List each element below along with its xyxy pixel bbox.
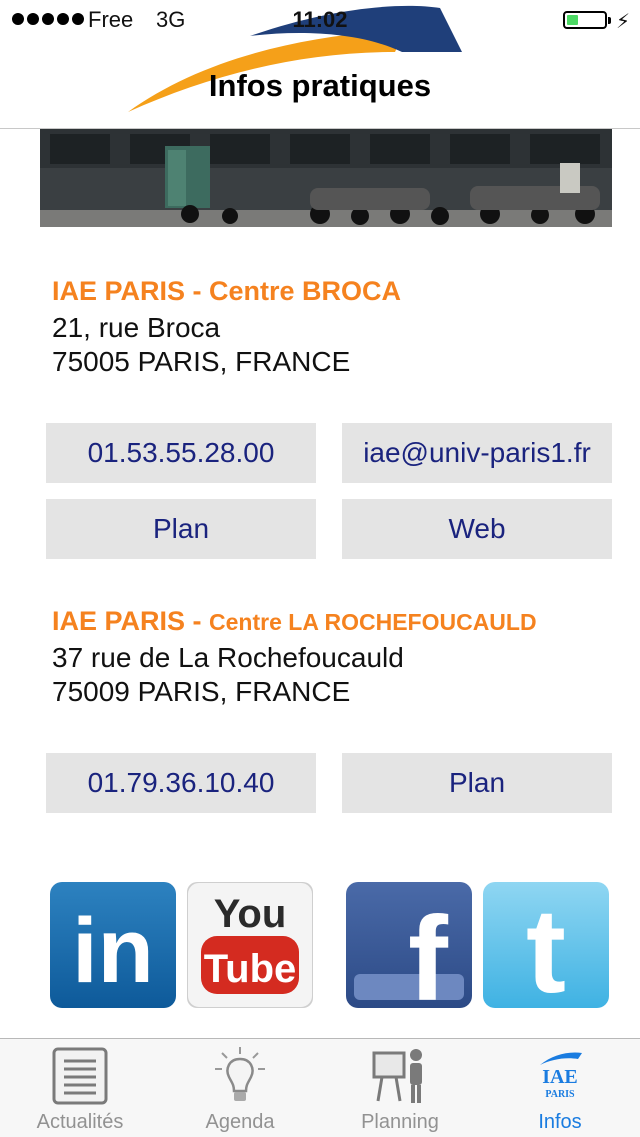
- campus-rochefoucauld-title: IAE PARIS - Centre LA ROCHEFOUCAULD: [52, 606, 537, 636]
- campus-broca-title: IAE PARIS - Centre BROCA: [52, 276, 402, 306]
- facebook-icon[interactable]: f: [346, 882, 472, 1008]
- linkedin-icon[interactable]: in: [50, 882, 176, 1008]
- status-bar: Free 3G 11:02 ⚡: [0, 0, 640, 40]
- svg-text:f: f: [408, 892, 449, 1008]
- svg-text:IAE: IAE: [542, 1066, 578, 1088]
- tab-planning[interactable]: Planning: [320, 1039, 480, 1137]
- campus-broca-address-line2: 75005 PARIS, FRANCE: [52, 346, 351, 377]
- campus-rochefoucauld-address-line2: 75009 PARIS, FRANCE: [52, 676, 351, 707]
- youtube-icon[interactable]: You Tube: [187, 882, 313, 1008]
- broca-email-button[interactable]: iae@univ-paris1.fr: [342, 423, 612, 483]
- planning-icon: [372, 1049, 422, 1103]
- news-icon: [52, 1047, 108, 1105]
- tab-infos[interactable]: IAE PARIS Infos: [480, 1039, 640, 1137]
- iae-logo-icon: IAE PARIS: [540, 1052, 582, 1100]
- tab-label-planning: Planning: [361, 1111, 439, 1133]
- tab-label-agenda: Agenda: [205, 1111, 275, 1133]
- svg-text:You: You: [214, 892, 287, 936]
- page-title: Infos pratiques: [208, 68, 432, 103]
- lightbulb-icon: [215, 1047, 265, 1101]
- tab-label-actualites: Actualités: [36, 1111, 124, 1133]
- svg-text:t: t: [526, 884, 566, 1008]
- broca-plan-button[interactable]: Plan: [46, 499, 316, 559]
- svg-text:Tube: Tube: [204, 947, 297, 991]
- rochefoucauld-plan-button[interactable]: Plan: [342, 753, 612, 813]
- svg-text:in: in: [72, 900, 154, 1002]
- twitter-icon[interactable]: t: [483, 882, 609, 1008]
- tab-agenda[interactable]: Agenda: [160, 1039, 320, 1137]
- battery-icon: [563, 11, 611, 29]
- status-time: 11:02: [292, 7, 348, 32]
- broca-phone-button[interactable]: 01.53.55.28.00: [46, 423, 316, 483]
- broca-web-button[interactable]: Web: [342, 499, 612, 559]
- tab-bar: Actualités Agenda Planning IAE PARIS Inf…: [0, 1038, 640, 1137]
- campus-rochefoucauld-address-line1: 37 rue de La Rochefoucauld: [52, 642, 404, 673]
- svg-text:PARIS: PARIS: [545, 1089, 575, 1100]
- charging-icon: ⚡: [616, 11, 631, 33]
- tab-actualites[interactable]: Actualités: [0, 1039, 160, 1137]
- campus-broca-address-line1: 21, rue Broca: [52, 312, 221, 343]
- rochefoucauld-phone-button[interactable]: 01.79.36.10.40: [46, 753, 316, 813]
- campus-photo: [40, 128, 612, 227]
- tab-label-infos: Infos: [538, 1111, 582, 1133]
